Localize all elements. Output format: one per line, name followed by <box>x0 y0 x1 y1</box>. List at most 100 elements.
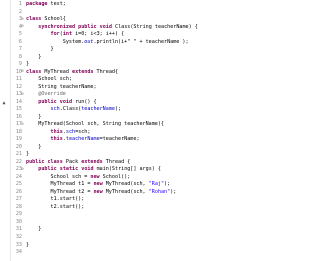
code-token: .println(i+" " + teacherName ); <box>93 38 189 45</box>
code-line[interactable]: 26 MyThread t2 = new MyThread(sch, "Roha… <box>0 189 260 197</box>
code-line[interactable]: 10 ⊖ class MyThread extends Thread{ <box>0 69 260 77</box>
code-line[interactable]: 5 for(int i=0; i<3; i++) { <box>0 31 260 39</box>
code-token: sch <box>65 128 76 135</box>
code-text[interactable]: School sch; <box>26 76 72 84</box>
code-text[interactable]: } <box>26 144 41 152</box>
code-token: main(String[] args) { <box>93 166 161 173</box>
code-text[interactable]: class MyThread extends Thread{ <box>26 69 118 77</box>
code-text[interactable]: t2.start(); <box>26 204 85 212</box>
code-line[interactable]: 32 <box>0 234 260 242</box>
code-line[interactable]: 25 MyThread t1 = new MyThread(sch, "Raj"… <box>0 181 260 189</box>
code-line[interactable]: 6 System.out.println(i+" " + teacherName… <box>0 39 260 47</box>
code-line[interactable]: 33} <box>0 242 260 250</box>
code-token: =sch; <box>75 128 91 135</box>
code-text[interactable]: for(int i=0; i<3; i++) { <box>26 31 125 39</box>
code-token: } <box>26 113 42 120</box>
fold-collapse-icon[interactable]: ⊖ <box>21 17 24 23</box>
fold-collapse-icon[interactable]: ⊖ <box>21 25 24 30</box>
code-text[interactable]: synchronized public void Class(String te… <box>26 24 198 32</box>
code-text[interactable]: t1.start(); <box>26 196 85 204</box>
code-token: teacherName <box>65 136 100 143</box>
line-number: 31 <box>15 226 22 233</box>
code-line[interactable]: 7 } <box>0 46 260 54</box>
code-token: String teacherName; <box>26 83 97 90</box>
code-text[interactable]: public static void main(String[] args) { <box>26 166 161 174</box>
code-line[interactable]: 17 ⊖ MyThread(School sch, String teacherN… <box>0 121 260 129</box>
code-text[interactable]: @Override <box>26 91 66 99</box>
code-text[interactable]: MyThread t2 = new MyThread(sch, "Rohan")… <box>26 188 177 197</box>
line-number: 7 <box>18 46 22 53</box>
code-line[interactable]: 30 <box>0 219 260 227</box>
code-line[interactable]: 19 this.teacherName=teacherName; <box>0 136 260 144</box>
code-line[interactable]: 29 <box>0 211 260 219</box>
line-number: 8 <box>18 53 22 60</box>
code-token: MyThread(sch, <box>102 181 149 188</box>
code-line[interactable]: 12 String teacherName; <box>0 84 260 92</box>
code-token: class <box>47 158 63 165</box>
code-token: public <box>78 23 97 30</box>
code-token: ); <box>170 188 177 195</box>
code-line[interactable]: 2 <box>0 9 260 17</box>
code-token: class <box>26 68 42 75</box>
code-text[interactable]: MyThread(School sch, String teacherName)… <box>26 121 164 129</box>
code-text[interactable]: } <box>26 114 41 122</box>
code-token: new <box>93 188 103 195</box>
code-line[interactable]: 18 this.sch=sch; <box>0 129 260 137</box>
code-text[interactable]: System.out.println(i+" " + teacherName )… <box>26 39 189 47</box>
code-line[interactable]: 27 t1.start(); <box>0 196 260 204</box>
code-editor[interactable]: 1 package test; 2 3 ⊖ class School{4 ⊖ synchro… <box>0 0 260 261</box>
fold-collapse-icon[interactable]: ⊖ <box>21 167 24 173</box>
code-text[interactable]: public void run() { <box>26 99 96 107</box>
fold-collapse-icon[interactable]: ⊖ <box>21 70 24 75</box>
code-text[interactable]: } <box>26 46 54 54</box>
line-number: 9 <box>18 61 22 68</box>
code-lines[interactable]: 1 package test; 2 3 ⊖ class School{4 ⊖ synchro… <box>0 1 260 257</box>
code-text[interactable]: package test; <box>26 1 66 9</box>
code-text[interactable]: this.teacherName=teacherName; <box>26 136 140 144</box>
line-number: 29 <box>15 211 22 218</box>
line-number: 14 <box>15 98 22 105</box>
code-line[interactable]: 11 School sch; <box>0 76 260 84</box>
code-line[interactable]: 22 public class Pack extends Thread { <box>0 159 260 167</box>
code-text[interactable]: MyThread t1 = new MyThread(sch, "Raj"); <box>26 181 171 189</box>
code-line[interactable]: 4 ⊖ synchronized public void Class(String… <box>0 24 260 32</box>
code-line[interactable]: 28 t2.start(); <box>0 204 260 212</box>
line-number: 2 <box>18 8 22 15</box>
code-token: class <box>26 16 42 23</box>
code-text[interactable]: class School{ <box>26 16 66 24</box>
code-token: for <box>50 31 60 38</box>
code-text[interactable]: sch.Class(teacherName); <box>26 106 122 114</box>
fold-collapse-icon[interactable]: ⊖ <box>21 122 24 128</box>
code-text[interactable]: } <box>26 151 29 159</box>
code-line[interactable]: ▲ 14 public void run() { <box>0 99 260 107</box>
code-line[interactable]: 1 package test; <box>0 1 260 9</box>
override-marker-icon[interactable]: ▲ <box>1 100 7 106</box>
code-line[interactable]: 24 School sch = new School(); <box>0 174 260 182</box>
code-line[interactable]: 23 ⊖ public static void main(String[] arg… <box>0 166 260 174</box>
line-number: 30 <box>15 218 22 225</box>
code-line[interactable]: 34 <box>0 249 260 257</box>
code-text[interactable]: } <box>26 61 29 69</box>
line-number: 28 <box>15 203 22 210</box>
code-line[interactable]: 15 sch.Class(teacherName); <box>0 106 260 114</box>
code-text[interactable]: } <box>26 226 41 234</box>
code-text[interactable]: School sch = new School(); <box>26 174 131 182</box>
code-line[interactable]: 9} <box>0 61 260 69</box>
code-token: extends <box>72 68 94 75</box>
code-text[interactable]: public class Pack extends Thread { <box>26 159 130 167</box>
code-line[interactable]: 31 } <box>0 226 260 234</box>
code-line[interactable]: 13 ⊖ @Override <box>0 91 260 99</box>
code-line[interactable]: 20 } <box>0 144 260 152</box>
code-line[interactable]: 3 ⊖ class School{ <box>0 16 260 24</box>
code-line[interactable]: 21} <box>0 151 260 159</box>
code-text[interactable]: } <box>26 54 41 62</box>
fold-collapse-icon[interactable]: ⊖ <box>21 92 24 98</box>
code-line[interactable]: 16 } <box>0 114 260 122</box>
code-text[interactable]: } <box>26 242 29 250</box>
code-line[interactable]: 8 } <box>0 54 260 62</box>
code-text[interactable]: this.sch=sch; <box>26 128 91 137</box>
code-text[interactable]: String teacherName; <box>26 83 97 92</box>
code-token: void <box>81 166 94 173</box>
code-token: MyThread t1 = <box>26 181 94 188</box>
